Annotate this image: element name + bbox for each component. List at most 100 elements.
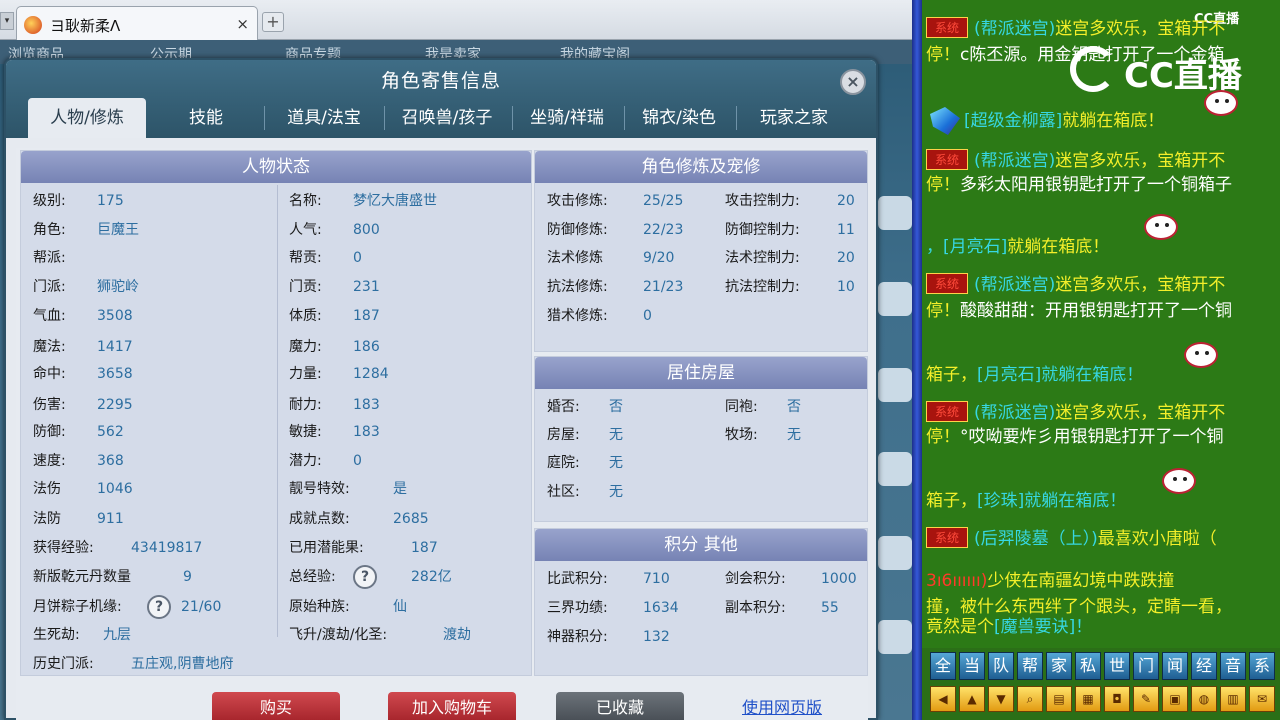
channel-all-button[interactable]: 全 bbox=[930, 652, 956, 680]
panel-divider[interactable] bbox=[912, 0, 922, 720]
chat-bubble-icon[interactable]: ◍ bbox=[1191, 686, 1217, 712]
channel-voice-button[interactable]: 音 bbox=[1220, 652, 1246, 680]
role-sale-dialog: 角色寄售信息 × 人物/修炼 技能 道具/法宝 召唤兽/孩子 坐骑/祥瑞 锦衣/… bbox=[4, 58, 878, 720]
collected-button[interactable]: 已收藏 bbox=[556, 692, 684, 720]
stat-history-school: 历史门派: 五庄观,阴曹地府 bbox=[33, 656, 234, 672]
arrow-left-icon[interactable]: ◀ bbox=[930, 686, 956, 712]
stat-hit: 命中: 3658 bbox=[33, 366, 133, 382]
smiley-emote-icon bbox=[1144, 214, 1178, 240]
add-to-cart-button[interactable]: 加入购物车 bbox=[388, 692, 516, 720]
channel-school-button[interactable]: 门 bbox=[1133, 652, 1159, 680]
stat-magic-damage: 法伤 1046 bbox=[33, 481, 133, 497]
brush-icon[interactable]: ✎ bbox=[1133, 686, 1159, 712]
game-chat-panel: CC直播 CC直播 系统 (帮派迷宫)迷宫多欢乐，宝箱开不 停！c陈丕源。用金钥匙… bbox=[922, 0, 1280, 720]
house-courtyard: 庭院: 无 bbox=[547, 455, 623, 471]
chat-message: 系统 (后羿陵墓（上）)最喜欢小唐啦（ bbox=[926, 524, 1217, 549]
stat-magic-power: 魔力: 186 bbox=[289, 339, 380, 355]
cult-attack: 攻击修炼: 25/25 bbox=[547, 193, 684, 209]
points-heading: 积分 其他 bbox=[535, 529, 867, 561]
stat-qianyuan: 新版乾元丹数量 9 bbox=[33, 569, 192, 585]
window-icon[interactable]: ▣ bbox=[1162, 686, 1188, 712]
cultivation-heading: 角色修炼及宠修 bbox=[535, 151, 867, 183]
channel-world-button[interactable]: 世 bbox=[1104, 652, 1130, 680]
cult-hunting: 猎术修炼: 0 bbox=[547, 308, 652, 324]
stat-agility: 敏捷: 183 bbox=[289, 424, 380, 440]
screen-root: ▾ ヨ耿新柔Λ × + 浏览商品 公示期 商品专题 我是卖家 我的藏宝阁 角色寄… bbox=[0, 0, 1280, 720]
bg-side-widget bbox=[878, 368, 912, 402]
stat-life-death: 生死劫: 九层 bbox=[33, 627, 131, 643]
tab-mounts[interactable]: 坐骑/祥瑞 bbox=[512, 98, 622, 138]
tab-character-cultivation[interactable]: 人物/修炼 bbox=[28, 98, 146, 138]
stat-school: 门派: 狮驼岭 bbox=[33, 279, 139, 295]
stat-popularity: 人气: 800 bbox=[289, 222, 380, 238]
ctrl-attack: 攻击控制力: 20 bbox=[725, 193, 855, 209]
stat-damage: 伤害: 2295 bbox=[33, 397, 133, 413]
column-divider bbox=[277, 511, 278, 637]
stat-guild: 帮派: bbox=[33, 250, 66, 266]
bg-side-widget bbox=[878, 282, 912, 316]
chat-message: 停！c陈丕源。用金钥匙打开了一个金箱 bbox=[926, 45, 1225, 65]
smiley-emote-icon bbox=[1204, 90, 1238, 116]
ctrl-magic: 法术控制力: 20 bbox=[725, 250, 855, 266]
tab-scroll-arrow[interactable]: ▾ bbox=[0, 12, 14, 30]
web-version-link[interactable]: 使用网页版 bbox=[742, 694, 822, 718]
channel-guild-button[interactable]: 帮 bbox=[1017, 652, 1043, 680]
help-icon[interactable]: ? bbox=[353, 565, 377, 589]
tab-pets-children[interactable]: 召唤兽/孩子 bbox=[384, 98, 510, 138]
chat-message: 箱子，[月亮石]就躺在箱底！ bbox=[926, 365, 1144, 385]
chat-message: 停！多彩太阳用银钥匙打开了一个铜箱子 bbox=[926, 175, 1232, 195]
buy-button[interactable]: 购买 bbox=[212, 692, 340, 720]
arrow-up-icon[interactable]: ▲ bbox=[959, 686, 985, 712]
favicon-icon bbox=[24, 16, 42, 34]
arrow-down-icon[interactable]: ▼ bbox=[988, 686, 1014, 712]
mail-icon[interactable]: ✉ bbox=[1249, 686, 1275, 712]
new-tab-button[interactable]: + bbox=[262, 12, 284, 32]
channel-trade-button[interactable]: 经 bbox=[1191, 652, 1217, 680]
stat-speed: 速度: 368 bbox=[33, 453, 124, 469]
grid-icon[interactable]: ▦ bbox=[1075, 686, 1101, 712]
dialog-title: 角色寄售信息 bbox=[380, 70, 501, 92]
magnify-icon[interactable]: ⌕ bbox=[1017, 686, 1043, 712]
pts-sword: 剑会积分: 1000 bbox=[725, 571, 857, 587]
channel-news-button[interactable]: 闻 bbox=[1162, 652, 1188, 680]
stat-name: 名称: 梦忆大唐盛世 bbox=[289, 193, 437, 209]
channel-private-button[interactable]: 私 bbox=[1075, 652, 1101, 680]
chat-message: 系统 (帮派迷宫)迷宫多欢乐，宝箱开不 bbox=[926, 398, 1225, 423]
tab-outfits[interactable]: 锦衣/染色 bbox=[624, 98, 734, 138]
tab-skills[interactable]: 技能 bbox=[150, 98, 262, 138]
stat-magic-defense: 法防 911 bbox=[33, 511, 124, 527]
channel-system-button[interactable]: 系 bbox=[1249, 652, 1275, 680]
tab-separator bbox=[264, 106, 265, 130]
character-status-heading: 人物状态 bbox=[21, 151, 531, 183]
dialog-close-button[interactable]: × bbox=[840, 69, 866, 95]
housing-heading: 居住房屋 bbox=[535, 357, 867, 389]
note-icon[interactable]: ▤ bbox=[1046, 686, 1072, 712]
stat-origin-race: 原始种族: 仙 bbox=[289, 599, 407, 615]
tab-player-home[interactable]: 玩家之家 bbox=[736, 98, 852, 138]
help-icon[interactable]: ? bbox=[147, 595, 171, 619]
house-married: 婚否: 否 bbox=[547, 399, 623, 415]
pts-merit: 三界功绩: 1634 bbox=[547, 600, 679, 616]
ctrl-defense: 防御控制力: 11 bbox=[725, 222, 855, 238]
tab-items-treasures[interactable]: 道具/法宝 bbox=[266, 98, 382, 138]
lock-icon[interactable]: ◘ bbox=[1104, 686, 1130, 712]
channel-team-button[interactable]: 队 bbox=[988, 652, 1014, 680]
stat-mp: 魔法: 1417 bbox=[33, 339, 133, 355]
stat-endurance: 耐力: 183 bbox=[289, 397, 380, 413]
smiley-emote-icon bbox=[1162, 468, 1196, 494]
browser-tab[interactable]: ヨ耿新柔Λ × bbox=[16, 6, 258, 40]
column-divider bbox=[277, 185, 278, 511]
channel-family-button[interactable]: 家 bbox=[1046, 652, 1072, 680]
chat-message: ，[月亮石]就躺在箱底！ bbox=[926, 237, 1110, 257]
stat-total-exp: 总经验:? 282亿 bbox=[289, 563, 529, 591]
stat-exp-gained: 获得经验: 43419817 bbox=[33, 540, 203, 556]
bg-side-widget bbox=[878, 620, 912, 654]
chat-message: [超级金柳露]就躺在箱底！ bbox=[964, 111, 1165, 131]
book-icon[interactable]: ▥ bbox=[1220, 686, 1246, 712]
channel-current-button[interactable]: 当 bbox=[959, 652, 985, 680]
stat-strength: 力量: 1284 bbox=[289, 366, 389, 382]
tab-close-icon[interactable]: × bbox=[236, 15, 249, 33]
stat-hp: 气血: 3508 bbox=[33, 308, 133, 324]
cult-resist: 抗法修炼: 21/23 bbox=[547, 279, 684, 295]
chat-channel-toolbar: 全 当 队 帮 家 私 世 门 闻 经 音 系 ◀ ▲ ▼ ⌕ ▤ ▦ ◘ ✎ … bbox=[922, 648, 1280, 720]
